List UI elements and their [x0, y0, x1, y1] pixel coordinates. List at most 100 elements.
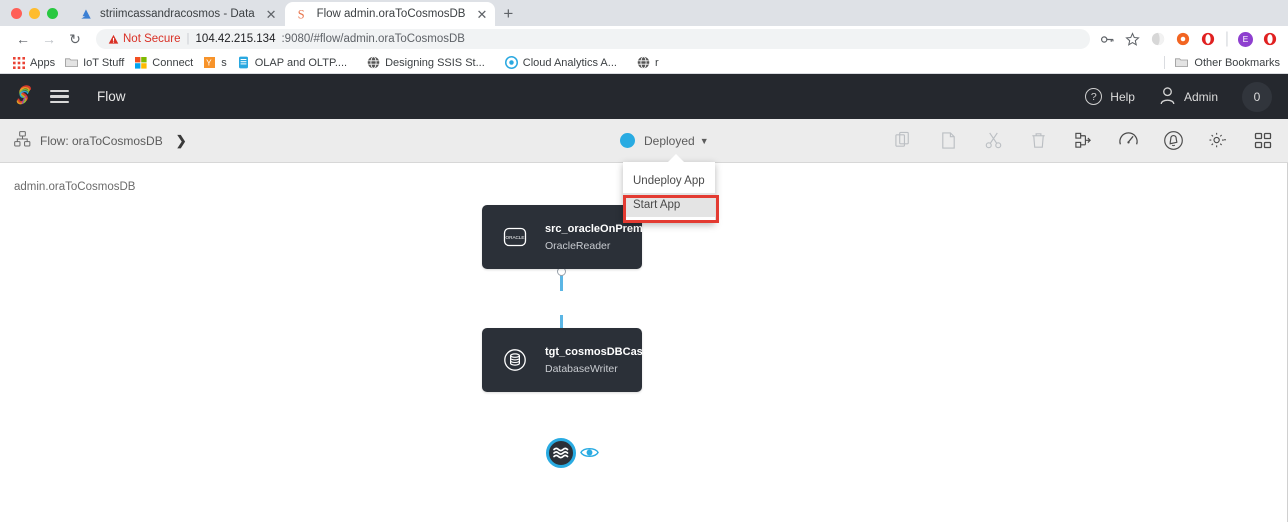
node-text: src_oracleOnPrem OracleReader	[545, 223, 643, 252]
url-input[interactable]: Not Secure | 104.42.215.134 :9080/#flow/a…	[96, 29, 1090, 49]
bookmark-label: IoT Stuff	[83, 57, 124, 69]
not-secure-badge[interactable]: Not Secure	[108, 33, 181, 45]
help-label: Help	[1110, 90, 1135, 104]
reload-button[interactable]: ↻	[62, 26, 88, 52]
url-host: 104.42.215.134	[196, 33, 276, 45]
bookmark-label: s	[221, 57, 227, 69]
url-separator: |	[187, 33, 190, 45]
bookmark-s[interactable]: Y s	[201, 56, 235, 69]
copy-icon[interactable]	[892, 130, 914, 152]
tab-strip: striimcassandracosmos - Data ✕ S Flow ad…	[0, 0, 1288, 26]
new-tab-button[interactable]: +	[495, 2, 521, 26]
menu-item-undeploy-app[interactable]: Undeploy App	[623, 169, 715, 193]
bookmark-r[interactable]: r	[635, 56, 667, 69]
settings-gear-icon[interactable]	[1207, 130, 1229, 152]
bookmark-label: r	[655, 57, 659, 69]
breadcrumb[interactable]: Flow: oraToCosmosDB ❯	[14, 131, 187, 150]
deployment-status-dropdown[interactable]: Deployed ▼	[620, 133, 709, 148]
azure-circle-icon	[505, 56, 518, 69]
browser-window: striimcassandracosmos - Data ✕ S Flow ad…	[0, 0, 1288, 522]
node-name: tgt_cosmosDBCassandra	[545, 346, 679, 358]
paste-icon[interactable]	[937, 130, 959, 152]
bookmark-label: Connect	[152, 57, 193, 69]
export-flow-icon[interactable]	[1072, 130, 1094, 152]
oracle-icon: ORACLE	[502, 224, 528, 250]
flow-tree-icon	[14, 131, 31, 150]
folder-icon	[1175, 56, 1188, 69]
menu-item-start-app[interactable]: Start App	[623, 193, 715, 217]
other-bookmarks-label: Other Bookmarks	[1194, 57, 1280, 69]
toolbar-icon-group	[892, 130, 1274, 152]
eye-icon[interactable]	[580, 445, 599, 460]
node-name: src_oracleOnPrem	[545, 223, 643, 235]
extension-orange-icon[interactable]	[1175, 31, 1191, 47]
node-source[interactable]: ORACLE src_oracleOnPrem OracleReader	[482, 205, 642, 269]
node-target[interactable]: tgt_cosmosDBCassandra DatabaseWriter	[482, 328, 642, 392]
microsoft-icon	[134, 56, 147, 69]
folder-icon	[65, 56, 78, 69]
extension-red-icon[interactable]	[1262, 31, 1278, 47]
address-bar-row: ← → ↻ Not Secure | 104.42.215.134 :9080/#…	[0, 26, 1288, 52]
minimize-window-button[interactable]	[29, 8, 40, 19]
striim-logo-icon[interactable]	[14, 84, 36, 110]
monitor-gauge-icon[interactable]	[1117, 130, 1139, 152]
maximize-window-button[interactable]	[47, 8, 58, 19]
chevron-down-icon[interactable]: ▼	[700, 136, 709, 146]
bookmark-connect[interactable]: Connect	[132, 56, 201, 69]
breadcrumb-chevron-icon[interactable]: ❯	[176, 133, 187, 149]
notification-badge[interactable]: 0	[1242, 82, 1272, 112]
other-bookmarks-button[interactable]: Other Bookmarks	[1164, 56, 1280, 69]
browser-tab-1[interactable]: striimcassandracosmos - Data ✕	[68, 2, 285, 26]
bookmark-cloud-analytics[interactable]: Cloud Analytics A...	[503, 56, 625, 69]
extension-globe-icon[interactable]	[1150, 31, 1166, 47]
close-window-button[interactable]	[11, 8, 22, 19]
azure-icon	[79, 7, 93, 21]
user-icon	[1159, 86, 1176, 108]
yahoo-icon: Y	[203, 56, 216, 69]
status-indicator-dot	[620, 133, 635, 148]
close-tab-icon[interactable]: ✕	[266, 8, 277, 21]
breadcrumb-label: Flow: oraToCosmosDB	[40, 134, 163, 148]
profile-avatar-icon[interactable]: E	[1238, 32, 1253, 47]
deployment-actions-menu[interactable]: Undeploy App Start App	[623, 162, 715, 223]
user-label: Admin	[1184, 90, 1218, 104]
node-type: DatabaseWriter	[545, 363, 679, 375]
browser-tab-2[interactable]: S Flow admin.oraToCosmosDB ✕	[285, 2, 496, 26]
back-button[interactable]: ←	[10, 26, 36, 52]
extension-opera-icon[interactable]	[1200, 31, 1216, 47]
tab-title: striimcassandracosmos - Data	[100, 8, 255, 20]
flow-toolbar: Flow: oraToCosmosDB ❯ Deployed ▼	[0, 119, 1288, 163]
question-circle-icon: ?	[1085, 88, 1102, 105]
help-button[interactable]: ? Help	[1085, 88, 1135, 105]
window-traffic-lights	[0, 8, 68, 26]
bookmark-designing-ssis[interactable]: Designing SSIS St...	[365, 56, 493, 69]
app-header: Flow ? Help Admin 0	[0, 74, 1288, 119]
apps-grid-icon	[12, 56, 25, 69]
tab-title: Flow admin.oraToCosmosDB	[317, 8, 466, 20]
globe-icon	[367, 56, 380, 69]
warning-triangle-icon	[108, 34, 119, 45]
database-icon	[502, 347, 528, 373]
bookmarks-bar: Apps IoT Stuff Connect Y s OLAP and OLTP…	[0, 52, 1288, 74]
stream-node[interactable]	[546, 438, 576, 468]
blue-doc-icon	[237, 56, 250, 69]
star-icon[interactable]	[1125, 31, 1141, 47]
hamburger-icon[interactable]	[50, 90, 69, 104]
key-icon[interactable]	[1100, 31, 1116, 47]
bookmark-label: Designing SSIS St...	[385, 57, 485, 69]
user-menu-button[interactable]: Admin	[1159, 86, 1218, 108]
svg-text:S: S	[297, 7, 304, 21]
forward-button[interactable]: →	[36, 26, 62, 52]
bookmark-apps[interactable]: Apps	[10, 56, 63, 69]
globe-icon	[637, 56, 650, 69]
url-path: :9080/#flow/admin.oraToCosmosDB	[281, 33, 464, 45]
bookmark-olap-oltp[interactable]: OLAP and OLTP....	[235, 56, 355, 69]
bookmark-iot-stuff[interactable]: IoT Stuff	[63, 56, 132, 69]
app-grid-icon[interactable]	[1252, 130, 1274, 152]
cut-scissors-icon[interactable]	[982, 130, 1004, 152]
alert-bell-icon[interactable]	[1162, 130, 1184, 152]
svg-text:ORACLE: ORACLE	[506, 235, 525, 240]
omnibar-actions: | E	[1090, 30, 1278, 48]
delete-trash-icon[interactable]	[1027, 130, 1049, 152]
close-tab-icon[interactable]: ✕	[476, 8, 487, 21]
